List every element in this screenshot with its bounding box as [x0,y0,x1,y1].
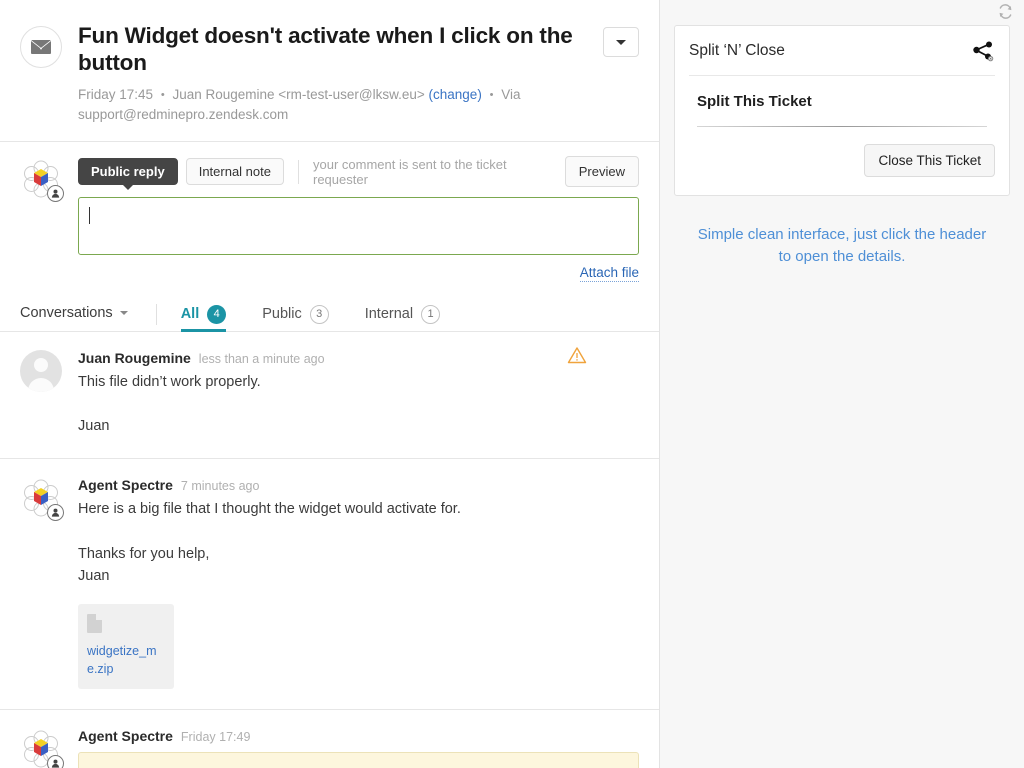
text-caret [89,207,90,224]
split-n-close-panel: Split ‘N’ Close Split This Ticket Close … [674,25,1010,196]
tab-public-label: Public [262,306,302,322]
comment-body: Juan Rougemine less than a minute ago Th… [78,350,639,438]
agent-avatar [20,477,62,519]
conversations-label: Conversations [20,305,113,321]
comment-head: Agent Spectre Friday 17:49 [78,728,639,744]
attach-row: Attach file [78,264,639,282]
toolbar-divider [298,160,299,184]
ticket-menu-button[interactable] [603,27,639,57]
comment-text: This file didn’t work properly. Juan [78,371,639,438]
share-icon[interactable] [971,40,995,62]
via-address: support@redminepro.zendesk.com [78,107,288,122]
sidebar: Split ‘N’ Close Split This Ticket Close … [660,0,1024,768]
attachment-item[interactable]: widgetize_me.zip [78,604,174,689]
conversations-dropdown[interactable]: Conversations [20,305,128,323]
reply-composer: Public reply Internal note your comment … [0,142,659,282]
assigned-banner: Assigned to Redmine issue #570. [78,752,639,768]
via-label: Via [501,87,520,102]
sidebar-note: Simple clean interface, just click the h… [660,224,1024,268]
tab-internal[interactable]: Internal 1 [365,297,440,331]
agent-avatar [20,158,62,200]
conversation-tabs: Conversations All 4 Public 3 Internal 1 [0,298,659,332]
attachment-name: widgetize_me.zip [87,642,165,678]
comment-body: Agent Spectre Friday 17:49 Assigned to R… [78,728,639,768]
tab-public[interactable]: Public 3 [262,297,329,331]
composer-toolbar: Public reply Internal note your comment … [78,158,639,186]
comment-item: Agent Spectre 7 minutes ago Here is a bi… [0,459,659,710]
comment-body: Agent Spectre 7 minutes ago Here is a bi… [78,477,639,689]
change-requester-link[interactable]: (change) [429,87,482,102]
tab-internal-label: Internal [365,306,413,322]
comment-author: Juan Rougemine [78,350,191,366]
comment-timestamp: less than a minute ago [199,352,325,366]
chevron-down-icon [616,40,626,45]
comment-item: Agent Spectre Friday 17:49 Assigned to R… [0,710,659,768]
user-avatar [20,350,62,392]
public-reply-tab[interactable]: Public reply [78,158,178,185]
chevron-down-icon [120,311,128,315]
ticket-requester: Juan Rougemine <rm-test-user@lksw.eu> [172,87,424,102]
composer-hint: your comment is sent to the ticket reque… [313,157,565,187]
reply-input[interactable] [78,197,639,255]
attach-file-link[interactable]: Attach file [580,265,639,282]
composer-body: Public reply Internal note your comment … [78,158,639,282]
ticket-date: Friday 17:45 [78,87,153,102]
comment-author: Agent Spectre [78,477,173,493]
split-ticket-heading: Split This Ticket [689,76,995,110]
refresh-icon[interactable] [997,3,1014,20]
warning-triangle-icon[interactable] [567,346,587,364]
tab-public-count: 3 [310,305,329,324]
meta-separator-2: • [486,89,498,101]
user-badge-icon [47,185,64,202]
comment-head: Agent Spectre 7 minutes ago [78,477,639,493]
internal-note-tab[interactable]: Internal note [186,158,284,185]
file-icon [87,614,102,633]
user-badge-icon [47,755,64,768]
comment-author: Agent Spectre [78,728,173,744]
tab-all-count: 4 [207,305,226,324]
panel-title: Split ‘N’ Close [689,42,785,60]
comment-item: Juan Rougemine less than a minute ago Th… [0,332,659,459]
tab-all[interactable]: All 4 [181,297,227,331]
user-badge-icon [47,504,64,521]
panel-header[interactable]: Split ‘N’ Close [689,26,995,76]
comment-head: Juan Rougemine less than a minute ago [78,350,639,366]
ticket-header-text: Fun Widget doesn't activate when I click… [78,20,603,125]
tab-all-label: All [181,306,200,322]
tabs-divider [156,304,157,325]
page-title: Fun Widget doesn't activate when I click… [78,22,603,76]
meta-separator: • [157,89,169,101]
comment-timestamp: 7 minutes ago [181,479,260,493]
preview-button[interactable]: Preview [565,156,639,187]
ticket-meta: Friday 17:45 • Juan Rougemine <rm-test-u… [78,85,578,125]
refresh-bar [660,0,1024,22]
ticket-app: Fun Widget doesn't activate when I click… [0,0,1024,768]
ticket-header: Fun Widget doesn't activate when I click… [0,0,659,142]
main-column: Fun Widget doesn't activate when I click… [0,0,660,768]
tab-internal-count: 1 [421,305,440,324]
panel-actions: Close This Ticket [689,127,995,177]
comment-timestamp: Friday 17:49 [181,730,250,744]
agent-avatar [20,728,62,768]
close-ticket-button[interactable]: Close This Ticket [864,144,995,177]
comment-text: Here is a big file that I thought the wi… [78,498,639,588]
envelope-icon [20,26,62,68]
